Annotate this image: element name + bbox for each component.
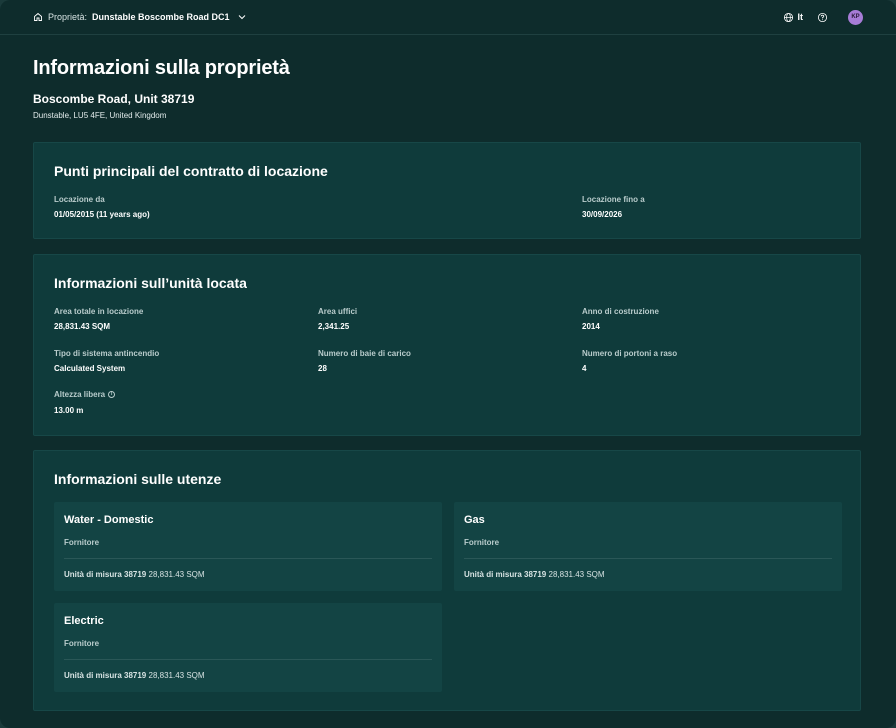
field-value: 13.00 m: [54, 406, 84, 415]
field-label: Tipo di sistema antincendio: [54, 349, 160, 358]
divider: [64, 558, 432, 559]
lease-from-value: 01/05/2015 (11 years ago): [54, 210, 150, 219]
chevron-down-icon[interactable]: [237, 12, 247, 22]
meter-value: 28,831.43 SQM: [148, 671, 205, 680]
field-value: 2,341.25: [318, 322, 350, 331]
field-value: 4: [582, 364, 587, 373]
globe-icon: [783, 12, 793, 22]
lease-card-title: Punti principali del contratto di locazi…: [54, 163, 328, 179]
utility-supplier-label: Fornitore: [64, 538, 100, 547]
app-window: Proprietà: Dunstable Boscombe Road DC1 I…: [0, 0, 896, 728]
field-label: Numero di portoni a raso: [582, 349, 678, 358]
unit-card-title: Informazioni sull’unità locata: [54, 275, 247, 291]
field-value: 28,831.43 SQM: [54, 322, 111, 331]
breadcrumb-label: Proprietà:: [48, 12, 88, 22]
utility-name: Gas: [464, 514, 485, 526]
meter-value: 28,831.43 SQM: [148, 570, 205, 579]
breadcrumb-value: Dunstable Boscombe Road DC1: [92, 12, 230, 22]
top-actions: It KP: [783, 9, 863, 25]
utilities-card-title: Informazioni sulle utenze: [54, 471, 222, 487]
utility-supplier-label: Fornitore: [64, 639, 100, 648]
avatar[interactable]: KP: [848, 9, 863, 25]
field-value: 28: [318, 364, 327, 373]
language-selector[interactable]: It: [783, 12, 804, 23]
lease-to-label: Locazione fino a: [582, 195, 645, 204]
field-label: Numero di baie di carico: [318, 349, 411, 358]
utility-card-water: Water - Domestic Fornitore Unità di misu…: [54, 502, 442, 591]
home-icon: [34, 12, 42, 21]
utility-name: Water - Domestic: [64, 514, 154, 526]
meter-label: Unità di misura 38719: [64, 570, 147, 579]
property-name: Boscombe Road, Unit 38719: [33, 92, 195, 106]
lease-from-label: Locazione da: [54, 195, 105, 204]
lease-card: Punti principali del contratto di locazi…: [33, 142, 861, 239]
field-label: Area uffici: [318, 307, 358, 316]
property-address: Dunstable, LU5 4FE, United Kingdom: [33, 111, 167, 120]
utility-card-electric: Electric Fornitore Unità di misura 38719…: [54, 603, 442, 692]
meter-label: Unità di misura 38719: [464, 570, 547, 579]
help-icon[interactable]: [817, 12, 828, 23]
divider: [64, 659, 432, 660]
field-label: Anno di costruzione: [582, 307, 659, 316]
clear-height-label-row: Altezza libera i: [54, 390, 116, 399]
page-title: Informazioni sulla proprietà: [33, 57, 290, 79]
field-label: Area totale in locazione: [54, 307, 144, 316]
divider: [464, 558, 832, 559]
utility-supplier-label: Fornitore: [464, 538, 500, 547]
field-value: Calculated System: [54, 364, 126, 373]
utility-meter: Unità di misura 38719 28,831.43 SQM: [64, 671, 205, 680]
meter-label: Unità di misura 38719: [64, 671, 147, 680]
utility-meter: Unità di misura 38719 28,831.43 SQM: [64, 570, 205, 579]
meter-value: 28,831.43 SQM: [548, 570, 605, 579]
unit-card: Informazioni sull’unità locata Area tota…: [33, 254, 861, 436]
field-label: Altezza libera: [54, 390, 106, 399]
field-value: 2014: [582, 322, 600, 331]
utilities-card: Informazioni sulle utenze Water - Domest…: [33, 450, 861, 711]
lease-to-value: 30/09/2026: [582, 210, 623, 219]
info-icon[interactable]: i: [108, 391, 116, 399]
utility-name: Electric: [64, 615, 104, 627]
utility-meter: Unità di misura 38719 28,831.43 SQM: [464, 570, 605, 579]
utility-card-gas: Gas Fornitore Unità di misura 38719 28,8…: [454, 502, 842, 591]
language-label: It: [797, 12, 804, 22]
property-selector[interactable]: Proprietà: Dunstable Boscombe Road DC1: [33, 12, 247, 22]
top-bar: Proprietà: Dunstable Boscombe Road DC1 I…: [0, 0, 896, 35]
